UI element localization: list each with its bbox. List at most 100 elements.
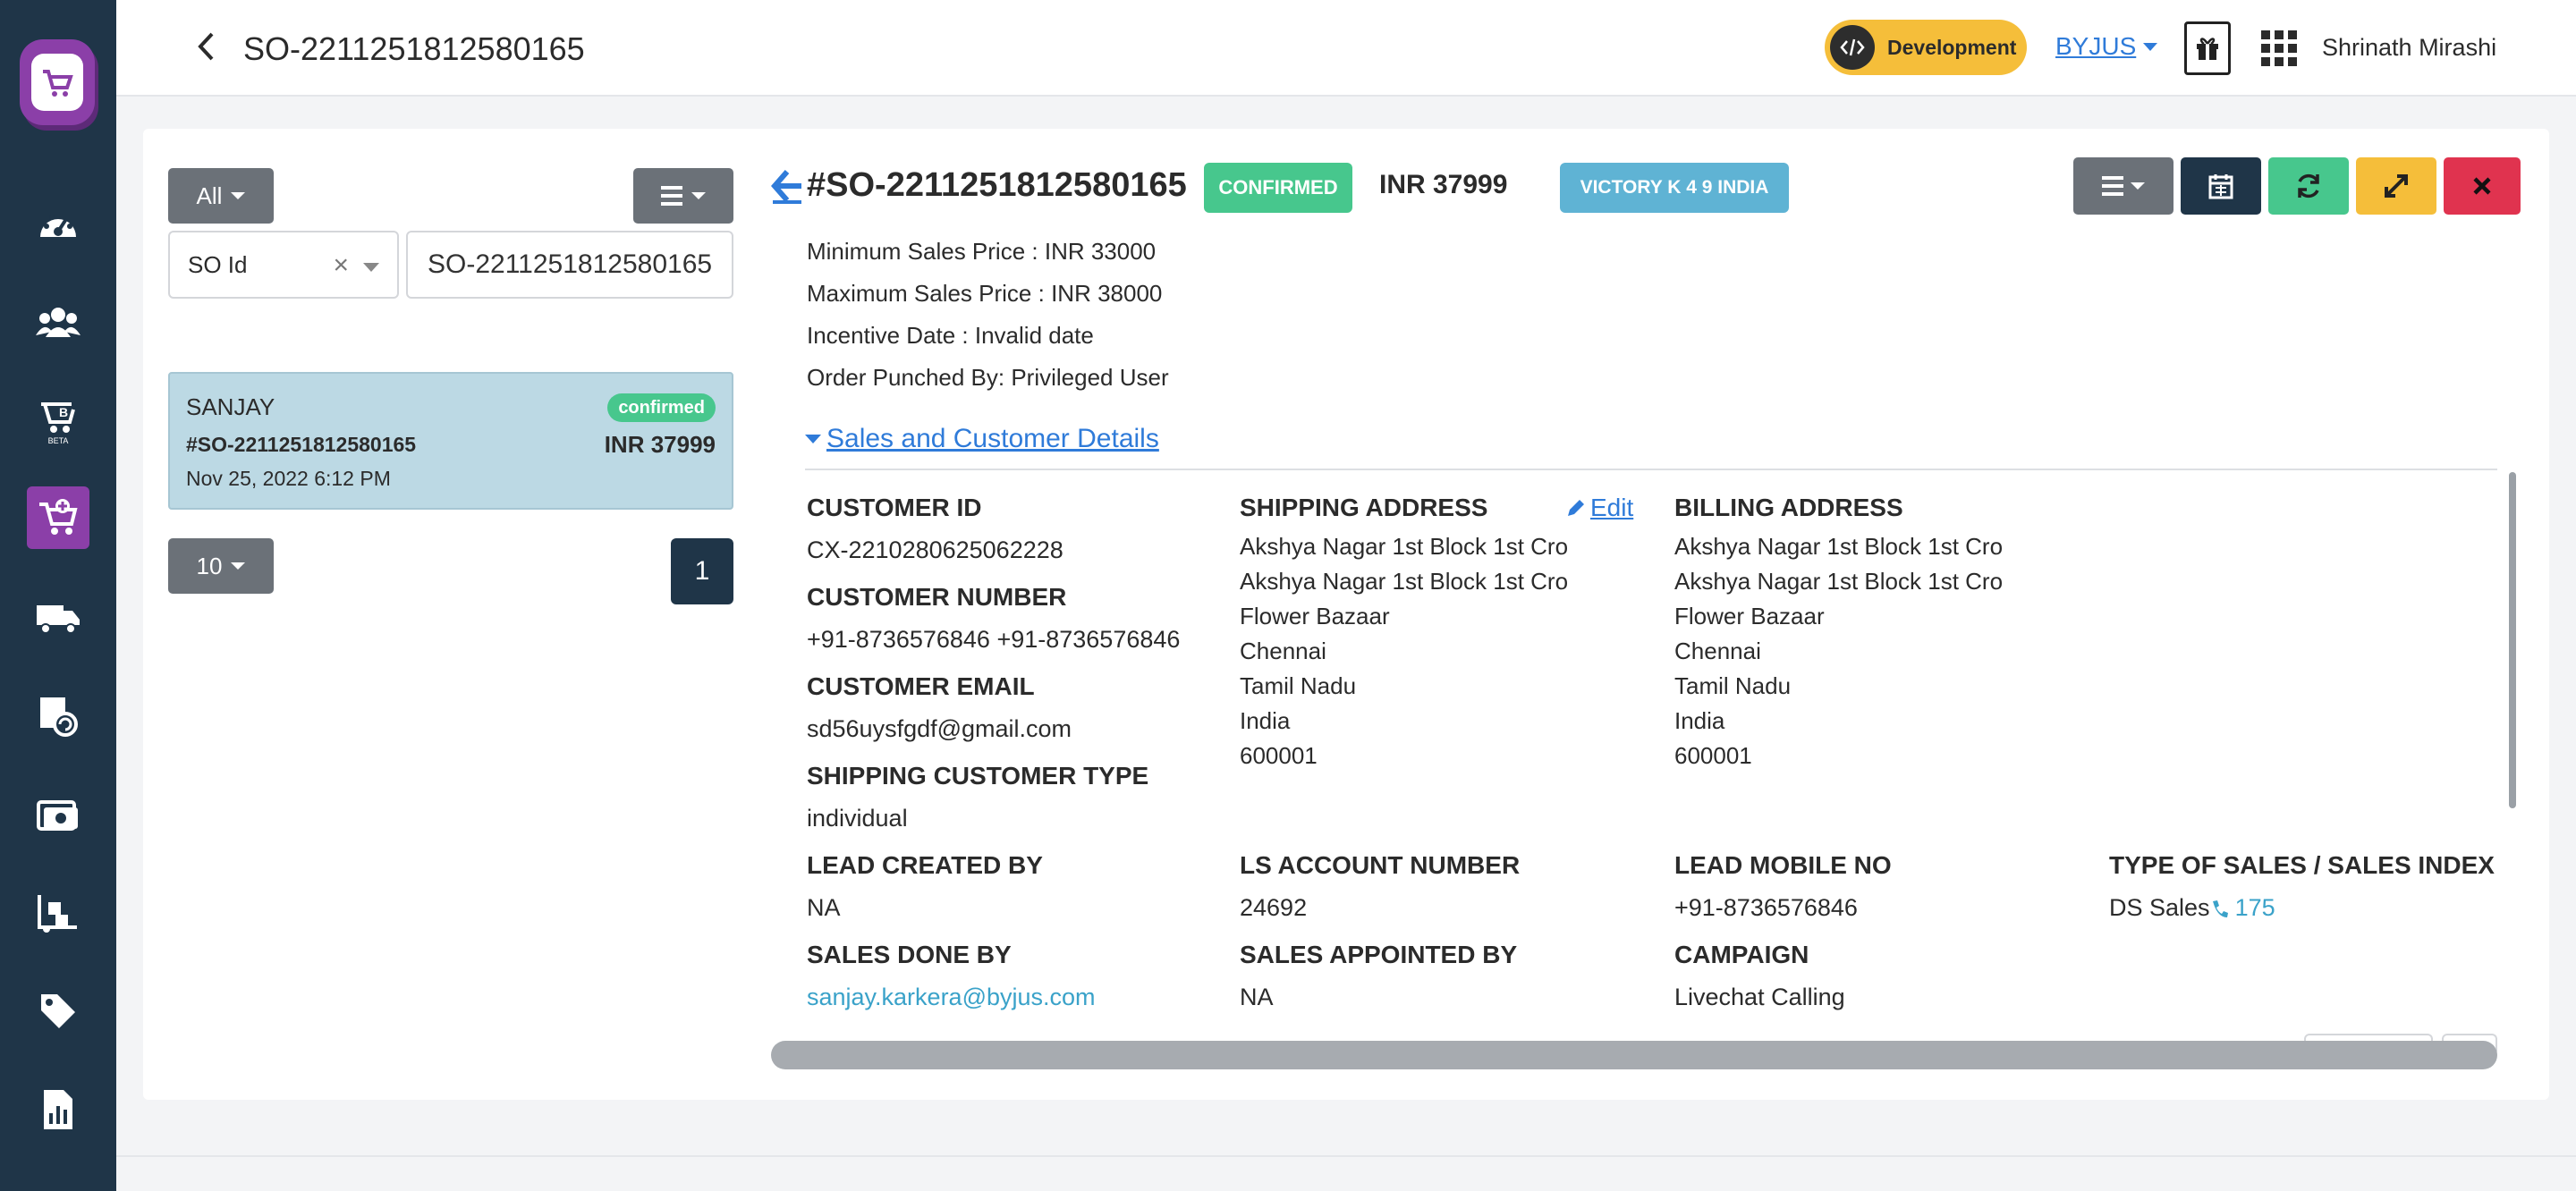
- order-amount: INR 37999: [1379, 170, 1508, 199]
- shipping-address-block: Akshya Nagar 1st Block 1st Cro Akshya Na…: [1240, 529, 1568, 773]
- chevron-left-icon: [198, 32, 214, 61]
- address-line: Chennai: [1240, 638, 1326, 664]
- environment-badge[interactable]: Development: [1825, 20, 2027, 75]
- caret-down-icon: [2143, 42, 2158, 51]
- topbar: SO-2211251812580165 Development BYJUS Sh…: [116, 0, 2576, 97]
- customer-number-value: +91-8736576846 +91-8736576846: [807, 626, 1181, 653]
- lead-created-by-value: NA: [807, 894, 841, 921]
- clear-icon[interactable]: ×: [333, 250, 349, 281]
- back-button[interactable]: [186, 27, 225, 66]
- address-line: Flower Bazaar: [1674, 603, 1825, 629]
- list-menu-button[interactable]: [633, 168, 733, 224]
- status-badge: confirmed: [607, 393, 716, 422]
- sales-done-by-link[interactable]: sanjay.karkera@byjus.com: [807, 984, 1096, 1011]
- shipping-customer-type-label: SHIPPING CUSTOMER TYPE: [807, 762, 1149, 790]
- refresh-icon: [2298, 173, 2319, 198]
- tag-icon[interactable]: [27, 980, 89, 1043]
- edit-label: Edit: [1590, 494, 1634, 521]
- vertical-scrollbar[interactable]: [2509, 472, 2516, 808]
- address-line: India: [1674, 707, 1725, 734]
- caret-down-icon: [691, 192, 706, 199]
- menu-icon: [2102, 176, 2123, 196]
- caret-down-icon: [231, 562, 246, 570]
- section-toggle-sales-customer[interactable]: Sales and Customer Details: [805, 424, 1159, 454]
- beta-label: BETA: [47, 436, 69, 445]
- calendar-button[interactable]: [2181, 157, 2261, 215]
- expand-button[interactable]: [2356, 157, 2436, 215]
- org-dropdown[interactable]: BYJUS: [2055, 32, 2158, 61]
- list-item-amount: INR 37999: [604, 431, 716, 458]
- close-icon: [2473, 177, 2491, 195]
- address-line: Tamil Nadu: [1674, 672, 1792, 699]
- list-item-date: Nov 25, 2022 6:12 PM: [186, 467, 391, 490]
- search-input[interactable]: [406, 231, 733, 299]
- address-line: Akshya Nagar 1st Block 1st Cro: [1240, 568, 1569, 595]
- shipping-customer-type-value: individual: [807, 805, 908, 832]
- address-line: India: [1240, 707, 1291, 734]
- user-name[interactable]: Shrinath Mirashi: [2322, 34, 2496, 62]
- min-sales-price: Minimum Sales Price : INR 33000: [807, 238, 1157, 265]
- address-line: Akshya Nagar 1st Block 1st Cro: [1674, 568, 2004, 595]
- org-label: BYJUS: [2055, 32, 2137, 60]
- close-button[interactable]: [2444, 157, 2521, 215]
- list-item-name: SANJAY: [186, 393, 275, 420]
- app-logo[interactable]: [20, 39, 95, 125]
- environment-label: Development: [1887, 35, 2017, 59]
- address-line: 600001: [1240, 742, 1318, 769]
- page-size-dropdown[interactable]: 10: [168, 538, 274, 594]
- billing-address-label: BILLING ADDRESS: [1674, 494, 1903, 521]
- delivery-truck-icon[interactable]: [27, 587, 89, 649]
- campaign-label: CAMPAIGN: [1674, 941, 1809, 968]
- warehouse-icon[interactable]: [27, 882, 89, 944]
- package-refresh-icon[interactable]: [27, 685, 89, 748]
- list-item-order-id: #SO-2211251812580165: [186, 433, 417, 456]
- section-title: Sales and Customer Details: [826, 424, 1159, 453]
- max-sales-price: Maximum Sales Price : INR 38000: [807, 280, 1163, 307]
- menu-icon: [661, 186, 682, 206]
- address-line: Akshya Nagar 1st Block 1st Cro: [1240, 533, 1569, 560]
- status-filter-dropdown[interactable]: All: [168, 168, 274, 224]
- actions-menu-button[interactable]: [2073, 157, 2174, 215]
- apps-grid-icon[interactable]: [2261, 30, 2297, 66]
- dashboard-icon[interactable]: [27, 193, 89, 256]
- list-item[interactable]: SANJAY confirmed #SO-2211251812580165 IN…: [168, 372, 733, 510]
- svg-text:B: B: [59, 405, 68, 419]
- refresh-button[interactable]: [2268, 157, 2349, 215]
- sidebar: B BETA: [0, 0, 116, 1191]
- lead-created-by-label: LEAD CREATED BY: [807, 851, 1043, 879]
- back-arrow-icon[interactable]: [769, 166, 805, 206]
- footer-divider: [116, 1155, 2576, 1157]
- field-select-value: SO Id: [188, 250, 248, 278]
- page-button[interactable]: 1: [671, 538, 733, 604]
- users-icon[interactable]: [27, 291, 89, 354]
- campaign-value: Livechat Calling: [1674, 984, 1845, 1010]
- field-select[interactable]: SO Id ×: [168, 231, 399, 299]
- sales-index-link[interactable]: 175: [2235, 894, 2275, 922]
- horizontal-scrollbar[interactable]: [771, 1041, 2497, 1069]
- order-status-badge: CONFIRMED: [1204, 163, 1352, 213]
- customer-email-label: CUSTOMER EMAIL: [807, 672, 1035, 700]
- order-id: #SO-2211251812580165: [807, 166, 1187, 204]
- type-of-sales-text: DS Sales: [2109, 894, 2210, 921]
- customer-number-label: CUSTOMER NUMBER: [807, 583, 1067, 611]
- caret-down-icon: [363, 263, 379, 272]
- sales-done-by-label: SALES DONE BY: [807, 941, 1012, 968]
- reports-icon[interactable]: [27, 1078, 89, 1141]
- cart-add-icon[interactable]: [27, 486, 89, 549]
- billing-address-block: Akshya Nagar 1st Block 1st Cro Akshya Na…: [1674, 529, 2003, 773]
- address-line: Flower Bazaar: [1240, 603, 1390, 629]
- sales-appointed-by-value: NA: [1240, 984, 1274, 1010]
- edit-shipping-address-link[interactable]: Edit: [1565, 494, 1633, 522]
- page-size-label: 10: [196, 552, 223, 579]
- page-title: SO-2211251812580165: [243, 30, 585, 67]
- phone-icon: [2212, 900, 2228, 917]
- cash-icon[interactable]: [27, 783, 89, 846]
- type-of-sales-label: TYPE OF SALES / SALES INDEX: [2109, 851, 2495, 879]
- gift-icon: [2197, 38, 2218, 60]
- learner-beta-icon[interactable]: B BETA: [27, 390, 89, 452]
- incentive-date: Incentive Date : Invalid date: [807, 322, 1094, 349]
- section-divider: [805, 469, 2497, 470]
- caret-down-icon: [805, 435, 821, 443]
- address-line: Tamil Nadu: [1240, 672, 1357, 699]
- gift-button[interactable]: [2184, 21, 2231, 75]
